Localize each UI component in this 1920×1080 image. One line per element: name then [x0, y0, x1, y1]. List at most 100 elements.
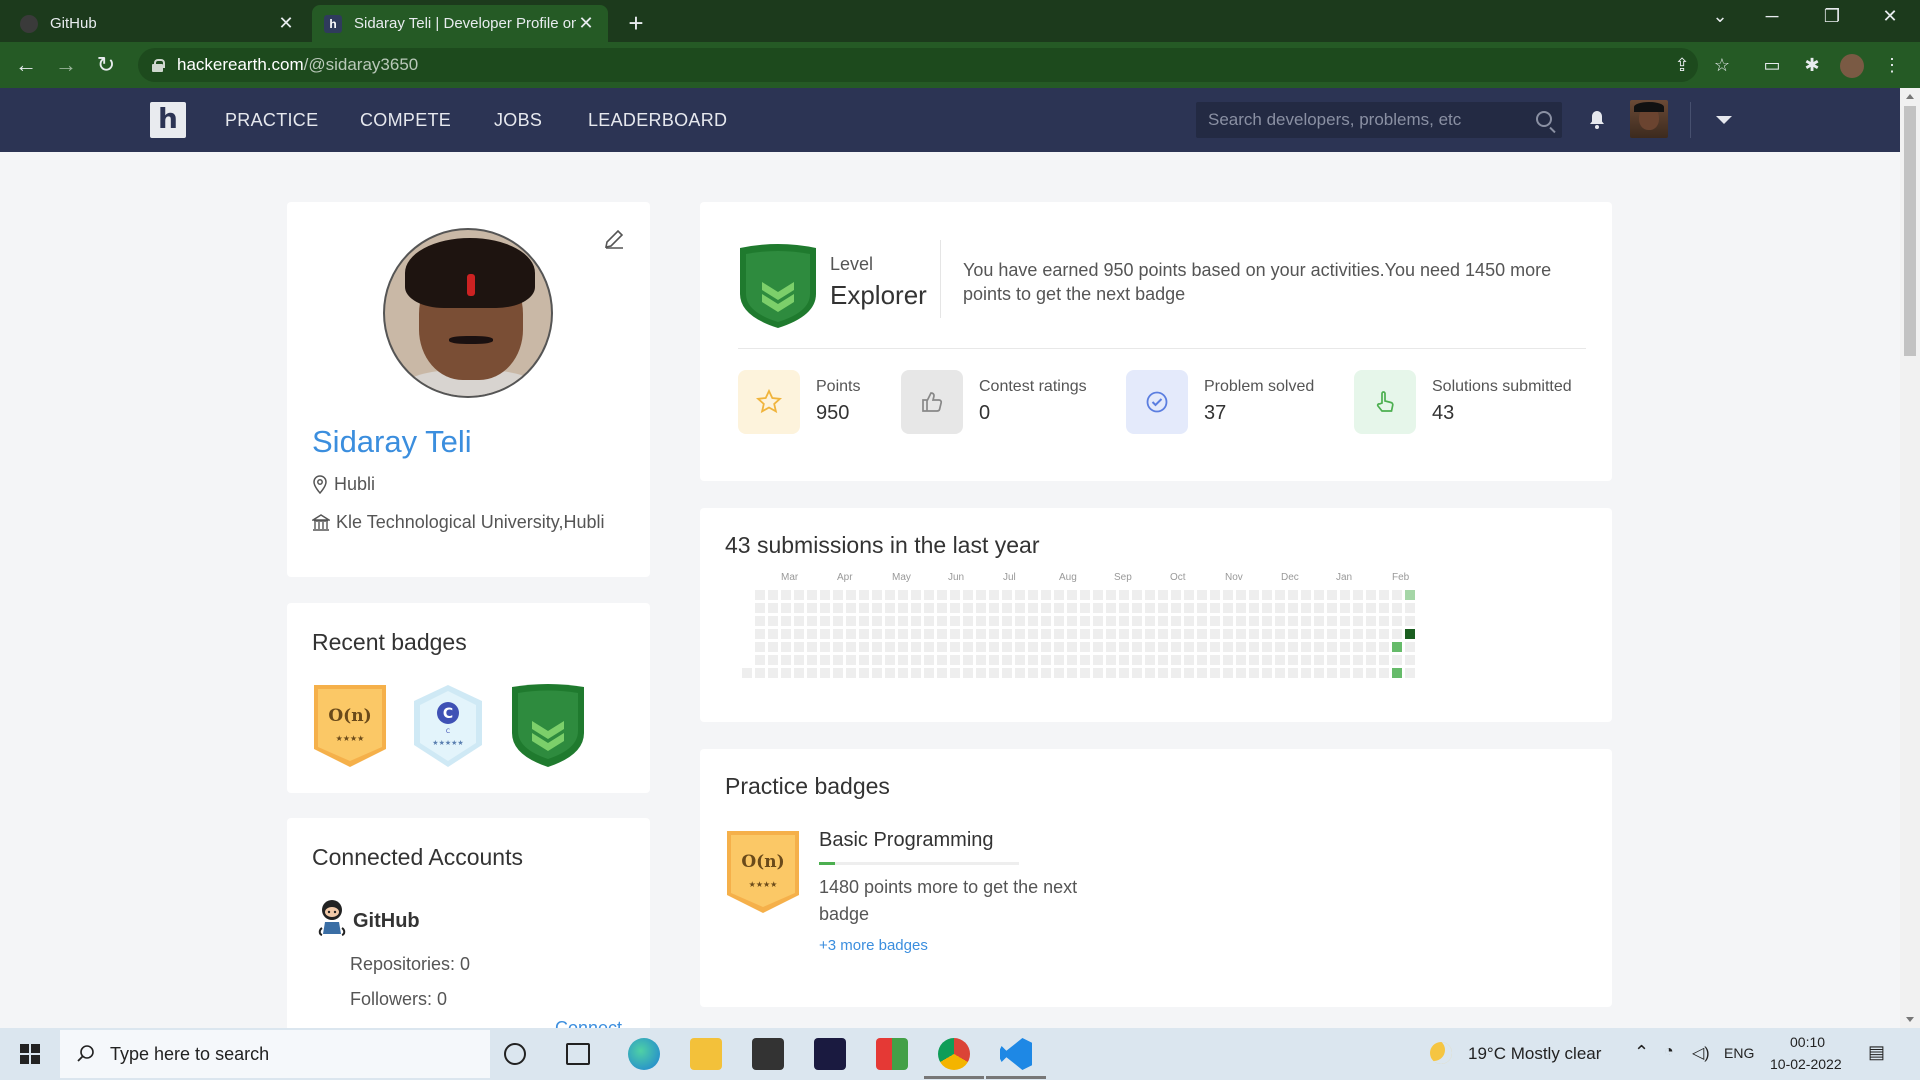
file-explorer-icon[interactable]	[690, 1038, 722, 1070]
activity-cell[interactable]	[950, 590, 960, 600]
activity-cell[interactable]	[1353, 590, 1363, 600]
activity-cell[interactable]	[924, 655, 934, 665]
cast-icon[interactable]: ▭	[1760, 54, 1784, 78]
activity-cell[interactable]	[924, 616, 934, 626]
activity-cell[interactable]	[859, 642, 869, 652]
activity-cell[interactable]	[1080, 603, 1090, 613]
activity-cell[interactable]	[1106, 655, 1116, 665]
activity-cell[interactable]	[1041, 655, 1051, 665]
activity-cell[interactable]	[1210, 616, 1220, 626]
activity-cell[interactable]	[1405, 655, 1415, 665]
activity-cell[interactable]	[1119, 616, 1129, 626]
activity-cell[interactable]	[781, 655, 791, 665]
activity-cell[interactable]	[1366, 642, 1376, 652]
activity-cell[interactable]	[989, 642, 999, 652]
activity-cell[interactable]	[989, 603, 999, 613]
activity-cell[interactable]	[1262, 668, 1272, 678]
activity-cell[interactable]	[1249, 603, 1259, 613]
activity-cell[interactable]	[885, 590, 895, 600]
activity-cell[interactable]	[1106, 642, 1116, 652]
activity-cell[interactable]	[872, 655, 882, 665]
user-menu-caret-icon[interactable]	[1716, 116, 1732, 124]
activity-cell[interactable]	[937, 603, 947, 613]
activity-cell[interactable]	[1327, 590, 1337, 600]
activity-cell[interactable]	[1340, 603, 1350, 613]
activity-cell[interactable]	[1054, 655, 1064, 665]
activity-cell[interactable]	[807, 668, 817, 678]
activity-cell[interactable]	[1132, 603, 1142, 613]
activity-cell[interactable]	[1054, 590, 1064, 600]
activity-cell[interactable]	[859, 655, 869, 665]
activity-cell[interactable]	[1028, 603, 1038, 613]
activity-cell[interactable]	[898, 590, 908, 600]
weather-text[interactable]: 19°C Mostly clear	[1468, 1044, 1601, 1064]
activity-cell[interactable]	[872, 603, 882, 613]
activity-cell[interactable]	[1080, 629, 1090, 639]
activity-cell[interactable]	[1184, 590, 1194, 600]
activity-cell[interactable]	[1379, 590, 1389, 600]
activity-cell[interactable]	[1197, 668, 1207, 678]
forward-icon[interactable]: →	[52, 52, 80, 80]
activity-cell[interactable]	[781, 642, 791, 652]
tab-github[interactable]: GitHub ✕	[8, 5, 308, 42]
clock-time[interactable]: 00:10	[1790, 1034, 1825, 1050]
activity-cell[interactable]	[1197, 655, 1207, 665]
activity-cell[interactable]	[1184, 616, 1194, 626]
reload-icon[interactable]: ↻	[92, 52, 120, 80]
activity-cell[interactable]	[1249, 616, 1259, 626]
activity-cell[interactable]	[1327, 616, 1337, 626]
activity-cell[interactable]	[1340, 642, 1350, 652]
url-field[interactable]: hackerearth.com/@sidaray3650	[138, 48, 1698, 82]
notifications-icon[interactable]: ▤	[1868, 1042, 1885, 1063]
activity-cell[interactable]	[1015, 590, 1025, 600]
activity-cell[interactable]	[1145, 655, 1155, 665]
activity-cell[interactable]	[1210, 668, 1220, 678]
activity-cell[interactable]	[1262, 590, 1272, 600]
activity-cell[interactable]	[1119, 590, 1129, 600]
activity-cell[interactable]	[755, 616, 765, 626]
activity-cell[interactable]	[1340, 655, 1350, 665]
nav-practice[interactable]: PRACTICE	[225, 110, 318, 131]
activity-cell[interactable]	[872, 642, 882, 652]
scroll-down-icon[interactable]	[1906, 1017, 1914, 1022]
activity-cell[interactable]	[1366, 616, 1376, 626]
activity-cell[interactable]	[1093, 629, 1103, 639]
basic-programming-badge-icon[interactable]: O(n) ★★★★	[725, 829, 801, 915]
notification-bell-icon[interactable]	[1588, 110, 1606, 130]
profile-avatar-icon[interactable]	[1840, 54, 1864, 78]
back-icon[interactable]: ←	[12, 52, 40, 80]
activity-cell[interactable]	[937, 655, 947, 665]
scroll-up-icon[interactable]	[1906, 94, 1914, 99]
activity-cell[interactable]	[755, 590, 765, 600]
activity-cell[interactable]	[1275, 616, 1285, 626]
activity-cell[interactable]	[1197, 590, 1207, 600]
edge-icon[interactable]	[628, 1038, 660, 1070]
activity-cell[interactable]	[1171, 590, 1181, 600]
activity-cell[interactable]	[1301, 642, 1311, 652]
share-icon[interactable]: ⇪	[1670, 54, 1694, 78]
activity-cell[interactable]	[781, 616, 791, 626]
activity-cell[interactable]	[937, 642, 947, 652]
activity-cell[interactable]	[1392, 642, 1402, 652]
activity-cell[interactable]	[976, 642, 986, 652]
activity-cell[interactable]	[1288, 642, 1298, 652]
activity-cell[interactable]	[807, 655, 817, 665]
activity-cell[interactable]	[1158, 655, 1168, 665]
activity-cell[interactable]	[755, 642, 765, 652]
activity-cell[interactable]	[1197, 603, 1207, 613]
activity-cell[interactable]	[911, 603, 921, 613]
activity-cell[interactable]	[846, 642, 856, 652]
activity-cell[interactable]	[833, 616, 843, 626]
activity-cell[interactable]	[1171, 655, 1181, 665]
activity-cell[interactable]	[1054, 616, 1064, 626]
menu-kebab-icon[interactable]: ⋮	[1880, 54, 1904, 78]
activity-cell[interactable]	[833, 629, 843, 639]
activity-cell[interactable]	[1067, 642, 1077, 652]
activity-cell[interactable]	[1119, 655, 1129, 665]
activity-cell[interactable]	[768, 616, 778, 626]
new-tab-icon[interactable]: +	[618, 8, 654, 39]
activity-cell[interactable]	[1262, 642, 1272, 652]
activity-cell[interactable]	[1015, 629, 1025, 639]
activity-cell[interactable]	[1366, 668, 1376, 678]
activity-cell[interactable]	[1275, 603, 1285, 613]
